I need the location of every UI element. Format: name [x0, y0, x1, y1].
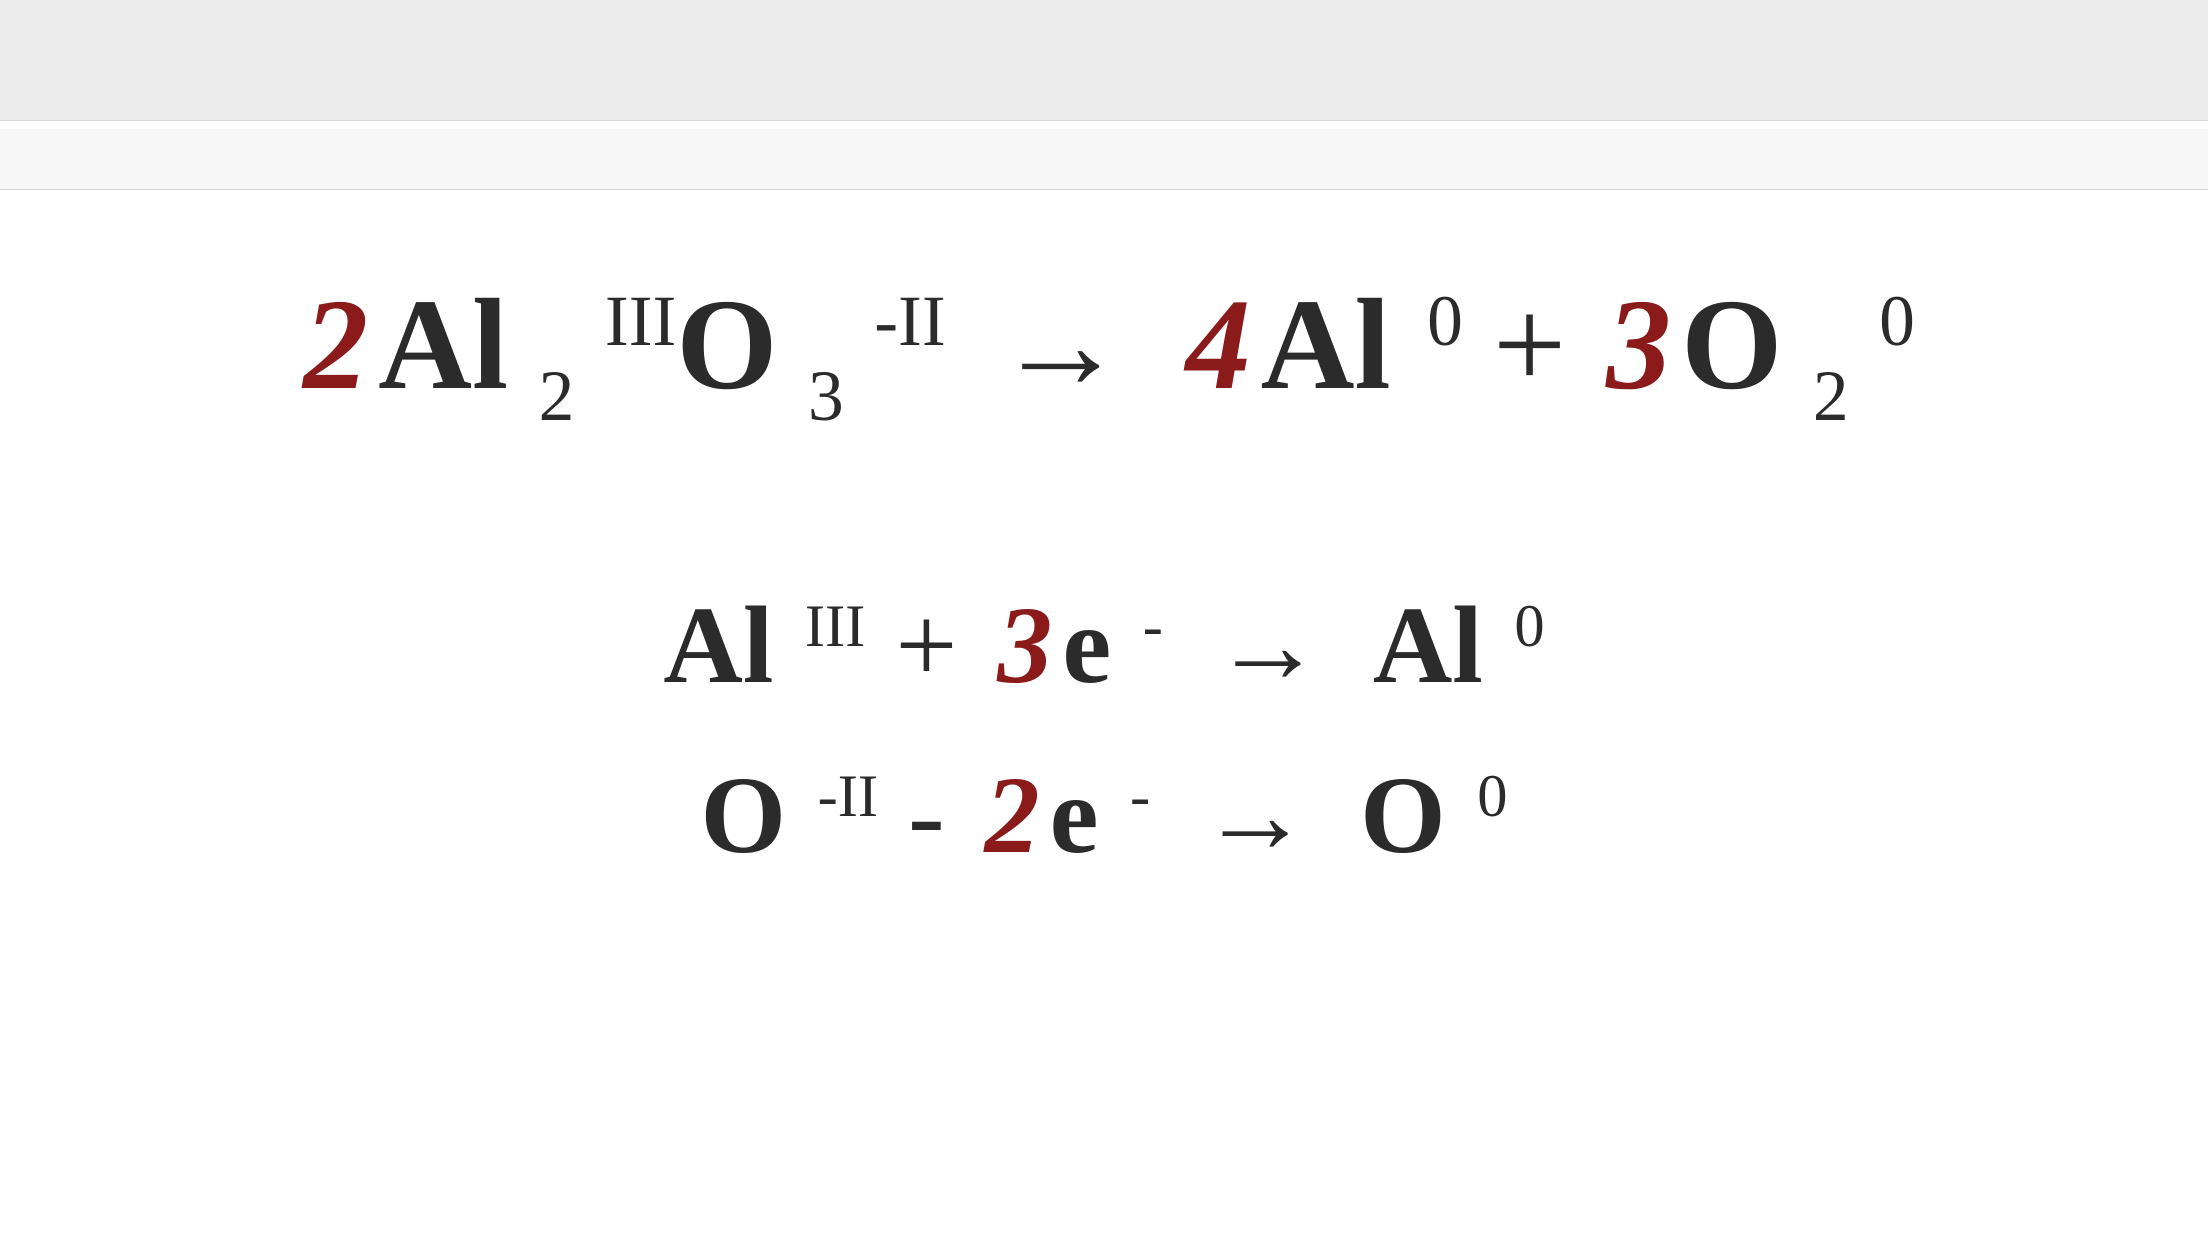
term-o2: O 2 0	[1681, 280, 1915, 410]
minus-operator: -	[908, 760, 945, 870]
term-al: Al 0	[1373, 590, 1545, 700]
coefficient: 4	[1186, 280, 1251, 410]
coefficient: 3	[1606, 280, 1671, 410]
term-al: Al 0	[1261, 280, 1463, 410]
element-al: Al	[1261, 273, 1391, 417]
oxidation-state: 0	[1879, 282, 1915, 361]
element-al: Al	[663, 584, 773, 706]
arrow-icon: →	[1200, 760, 1310, 870]
term-al2: Al 2 III	[378, 280, 676, 410]
half-reaction-oxidation: O -II - 2 e - → O 0	[0, 760, 2208, 870]
subscript: 2	[1813, 357, 1849, 436]
half-reaction-reduction: Al III + 3 e - → Al 0	[0, 590, 2208, 700]
electron: e	[1050, 754, 1099, 876]
plus-operator: +	[895, 590, 957, 700]
header-bar-2	[0, 129, 2208, 190]
element-o: O	[1360, 754, 1446, 876]
element-o: O	[676, 273, 777, 417]
element-o: O	[1681, 273, 1782, 417]
term-o3: O 3 -II	[676, 280, 945, 410]
coefficient: 2	[985, 760, 1040, 870]
oxidation-state: III	[805, 593, 865, 660]
charge: -	[1143, 593, 1163, 660]
coefficient: 3	[997, 590, 1052, 700]
oxidation-state: 0	[1514, 593, 1544, 660]
subscript: 2	[539, 357, 575, 436]
element-al: Al	[1373, 584, 1483, 706]
oxidation-state: 0	[1427, 282, 1463, 361]
term-al: Al III	[663, 590, 865, 700]
electron: e	[1062, 584, 1111, 706]
subscript: 3	[808, 357, 844, 436]
element-al: Al	[378, 273, 508, 417]
header-bar-1	[0, 0, 2208, 121]
element-o: O	[701, 754, 787, 876]
term-electron: e -	[1062, 590, 1162, 700]
term-electron: e -	[1050, 760, 1150, 870]
charge: -	[1130, 763, 1150, 830]
term-o: O -II	[701, 760, 879, 870]
document-content: 2 Al 2 III O 3 -II → 4 Al 0 + 3 O 2 0 Al…	[0, 190, 2208, 870]
arrow-icon: →	[1213, 590, 1323, 700]
term-o: O 0	[1360, 760, 1507, 870]
oxidation-state: -II	[818, 763, 878, 830]
oxidation-state: 0	[1477, 763, 1507, 830]
oxidation-state: -II	[874, 282, 945, 361]
coefficient: 2	[303, 280, 368, 410]
equation-main: 2 Al 2 III O 3 -II → 4 Al 0 + 3 O 2 0	[0, 280, 2208, 410]
plus-operator: +	[1493, 280, 1566, 410]
oxidation-state: III	[605, 282, 676, 361]
arrow-icon: →	[996, 280, 1126, 410]
